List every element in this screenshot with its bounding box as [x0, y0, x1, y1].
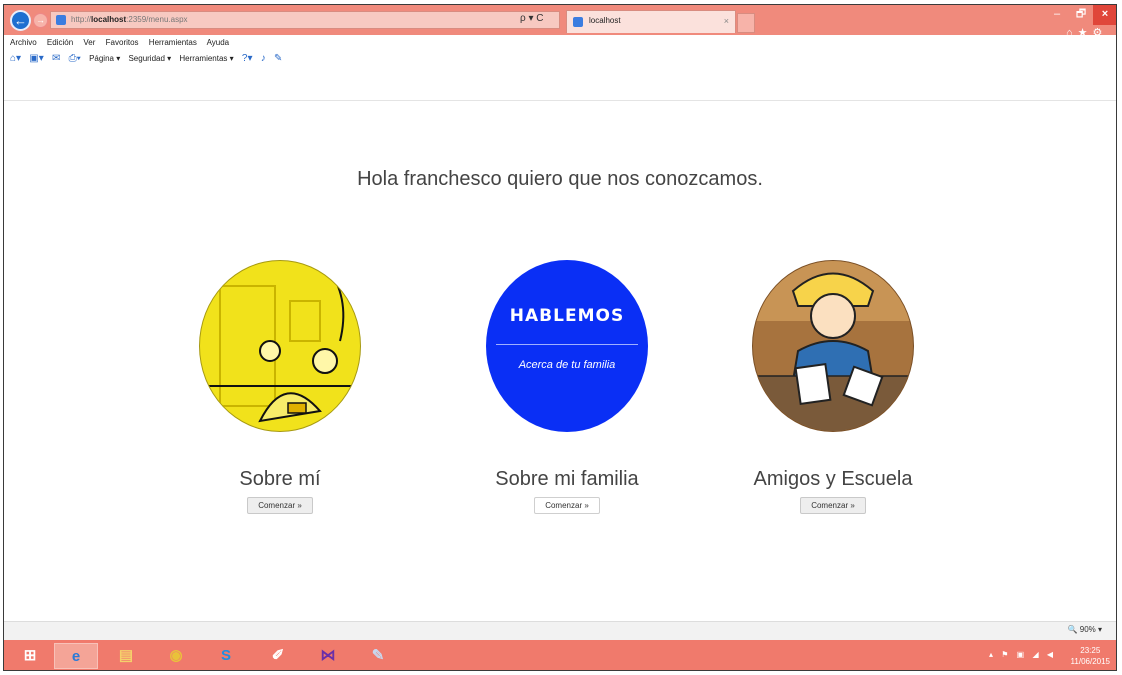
clock[interactable]: 23:25 11/06/2015: [1071, 645, 1110, 667]
taskbar-internet-explorer[interactable]: e: [54, 643, 98, 669]
hablemos-subtitle: Acerca de tu familia: [518, 359, 616, 371]
taskbar-tool[interactable]: ✐: [256, 643, 300, 669]
tab-close-icon[interactable]: ×: [724, 11, 729, 31]
research-icon[interactable]: ♪: [261, 50, 266, 68]
back-arrow-icon: ←: [14, 13, 27, 28]
feeds-icon[interactable]: ▣▾: [29, 50, 43, 68]
menu-edicion[interactable]: Edición: [47, 38, 73, 47]
url-host: localhost: [91, 15, 127, 24]
back-button[interactable]: ←: [10, 10, 31, 31]
sobre-mi-illustration: [199, 260, 361, 432]
url-prefix: http://: [71, 15, 92, 24]
taskbar-paint[interactable]: ✎: [356, 643, 400, 669]
hablemos-title: HABLEMOS: [509, 306, 625, 326]
menu-bar: Archivo Edición Ver Favoritos Herramient…: [4, 35, 1116, 50]
help-icon[interactable]: ?▾: [242, 50, 253, 68]
internet-explorer-icon: e: [71, 648, 81, 665]
divider: [496, 344, 638, 345]
menu-ver[interactable]: Ver: [83, 38, 95, 47]
taskbar-skype[interactable]: S: [204, 643, 248, 669]
translate-icon[interactable]: ✎: [274, 50, 282, 68]
card-sobre-mi-familia: HABLEMOS Acerca de tu familia Sobre mi f…: [457, 260, 677, 514]
taskbar-visual-studio[interactable]: ⋈: [306, 643, 350, 669]
card-title: Amigos y Escuela: [753, 468, 913, 490]
mail-icon[interactable]: ✉: [52, 50, 60, 68]
taskbar: ⊞ e ▤ ◉ S ✐ ⋈ ✎ ▴ ⚑ ▣ ◢ ◀ 23:25 11/06/20…: [4, 640, 1116, 670]
taskbar-chrome[interactable]: ◉: [154, 643, 198, 669]
search-refresh-icons[interactable]: ρ ▾ C: [520, 11, 544, 27]
card-amigos-escuela: Amigos y Escuela Comenzar »: [723, 260, 943, 514]
skype-icon: S: [220, 647, 231, 664]
minimize-button[interactable]: –: [1046, 5, 1068, 25]
start-button[interactable]: ⊞: [8, 643, 52, 669]
browser-window: ← → http://localhost:2359/menu.aspx ρ ▾ …: [3, 4, 1117, 671]
card-title: Sobre mí: [239, 468, 321, 490]
forward-arrow-icon: →: [36, 15, 45, 25]
tab-localhost[interactable]: localhost ×: [566, 10, 736, 33]
command-pagina[interactable]: Página ▾: [89, 54, 120, 63]
address-bar[interactable]: http://localhost:2359/menu.aspx: [50, 11, 560, 29]
new-tab-button[interactable]: [737, 13, 755, 33]
menu-favoritos[interactable]: Favoritos: [106, 38, 139, 47]
card-title: Sobre mi familia: [495, 468, 639, 490]
menu-herramientas[interactable]: Herramientas: [149, 38, 197, 47]
menu-archivo[interactable]: Archivo: [10, 38, 37, 47]
student-drawing-icon: [753, 261, 913, 431]
title-bar: ← → http://localhost:2359/menu.aspx ρ ▾ …: [4, 5, 1116, 35]
paint-icon: ✎: [371, 647, 385, 664]
tab-favicon-icon: [573, 17, 583, 27]
clock-date: 11/06/2015: [1070, 657, 1110, 666]
tool-icon: ✐: [271, 647, 285, 664]
clock-time: 23:25: [1080, 646, 1101, 655]
visual-studio-icon: ⋈: [320, 647, 336, 664]
status-bar: 🔍 90% ▾: [4, 621, 1116, 640]
tab-title: localhost: [589, 16, 621, 25]
forward-button[interactable]: →: [33, 13, 48, 28]
command-herramientas[interactable]: Herramientas ▾: [179, 54, 233, 63]
close-button[interactable]: ×: [1093, 5, 1116, 25]
menu-ayuda[interactable]: Ayuda: [207, 38, 230, 47]
amigos-illustration: [752, 260, 914, 432]
maximize-button[interactable]: 🗗: [1070, 5, 1092, 25]
card-sobre-mi: Sobre mí Comenzar »: [170, 260, 390, 514]
command-seguridad[interactable]: Seguridad ▾: [128, 54, 171, 63]
windows-logo-icon: ⊞: [23, 647, 37, 664]
print-icon[interactable]: ⎙▾: [69, 50, 81, 68]
taskbar-file-explorer[interactable]: ▤: [104, 643, 148, 669]
comenzar-button[interactable]: Comenzar »: [247, 497, 313, 514]
page-favicon-icon: [56, 15, 66, 25]
system-tray-icons[interactable]: ▴ ⚑ ▣ ◢ ◀: [989, 650, 1056, 659]
zoom-control[interactable]: 🔍 90% ▾: [1068, 625, 1102, 634]
cats-drawing-icon: [200, 270, 360, 423]
command-bar: ⌂▾ ▣▾ ✉ ⎙▾ Página ▾ Seguridad ▾ Herramie…: [4, 50, 1116, 101]
url-path: :2359/menu.aspx: [126, 15, 188, 24]
hablemos-circle[interactable]: HABLEMOS Acerca de tu familia: [486, 260, 648, 432]
home-page-icon[interactable]: ⌂▾: [10, 50, 21, 68]
chrome-icon: ◉: [169, 647, 183, 664]
comenzar-button[interactable]: Comenzar »: [800, 497, 866, 514]
folder-icon: ▤: [118, 647, 134, 664]
comenzar-button[interactable]: Comenzar »: [534, 497, 600, 514]
page-greeting: Hola franchesco quiero que nos conozcamo…: [357, 168, 763, 190]
